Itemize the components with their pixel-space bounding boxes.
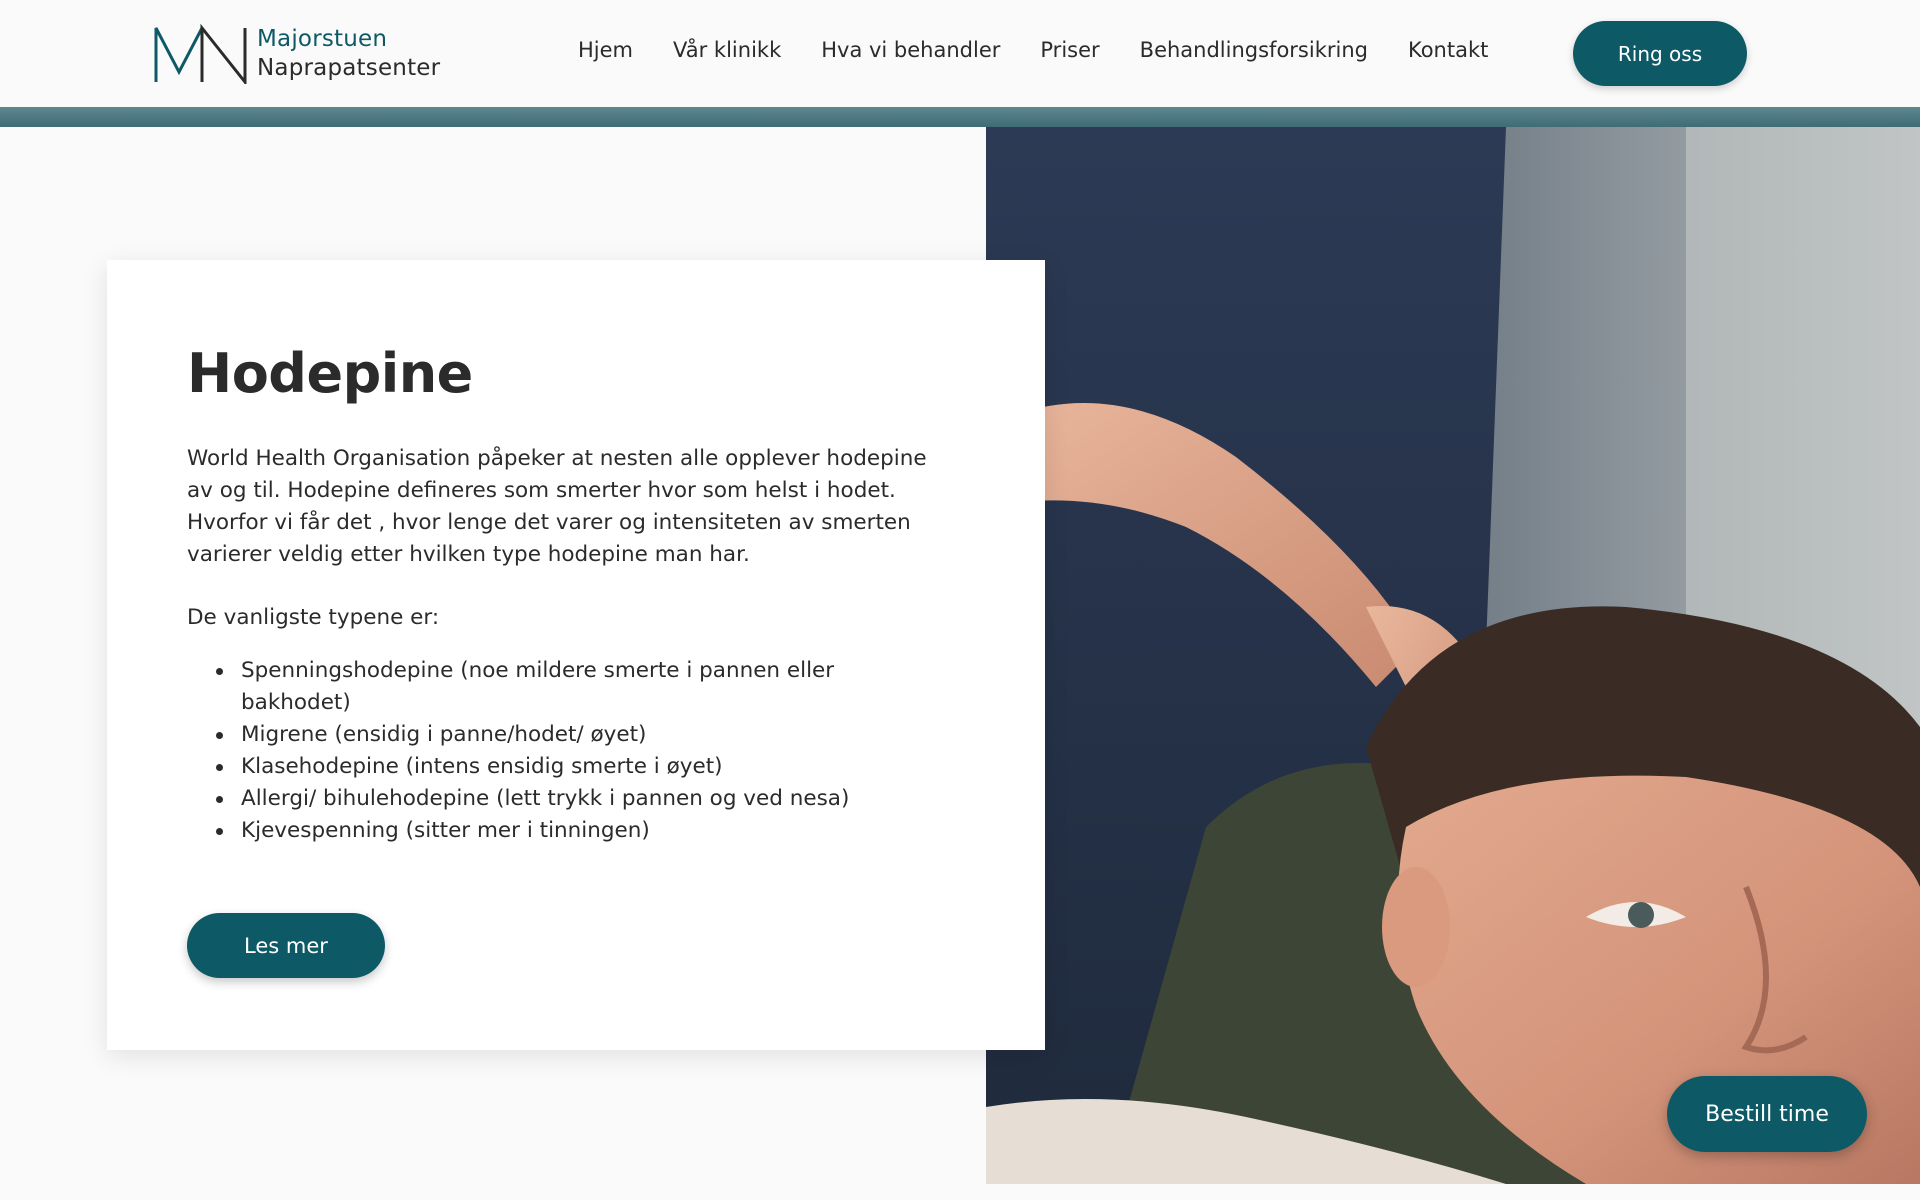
call-us-button[interactable]: Ring oss [1573, 21, 1747, 86]
list-item: Allergi/ bihulehodepine (lett trykk i pa… [187, 783, 907, 815]
main-nav: Hjem Vår klinikk Hva vi behandler Priser… [578, 38, 1488, 62]
logo-line-1: Majorstuen [257, 26, 388, 52]
list-item: Spenningshodepine (noe mildere smerte i … [187, 655, 907, 719]
site-logo[interactable]: Majorstuen Naprapatsenter [153, 24, 440, 84]
mn-monogram-icon [154, 24, 247, 84]
list-item: Klasehodepine (intens ensidig smerte i ø… [187, 751, 907, 783]
nav-item-contact[interactable]: Kontakt [1408, 38, 1488, 62]
page-title: Hodepine [187, 342, 473, 405]
book-appointment-button[interactable]: Bestill time [1667, 1076, 1867, 1152]
nav-item-prices[interactable]: Priser [1040, 38, 1099, 62]
neck-treatment-photo [986, 127, 1920, 1184]
site-header: Majorstuen Naprapatsenter Hjem Vår klini… [0, 0, 1920, 107]
nav-item-insurance[interactable]: Behandlingsforsikring [1140, 38, 1368, 62]
header-accent-bar [0, 107, 1920, 127]
types-heading: De vanligste typene er: [187, 605, 440, 630]
read-more-button[interactable]: Les mer [187, 913, 385, 978]
list-item: Migrene (ensidig i panne/hodet/ øyet) [187, 719, 907, 751]
headache-types-list: Spenningshodepine (noe mildere smerte i … [187, 655, 907, 847]
list-item: Kjevespenning (sitter mer i tinningen) [187, 815, 907, 847]
logo-text: Majorstuen Naprapatsenter [257, 25, 440, 83]
nav-item-clinic[interactable]: Vår klinikk [673, 38, 781, 62]
intro-paragraph: World Health Organisation påpeker at nes… [187, 446, 927, 567]
nav-item-treatments[interactable]: Hva vi behandler [821, 38, 1000, 62]
headache-info-card: Hodepine World Health Organisation påpek… [107, 260, 1045, 1050]
hero-image [986, 127, 1920, 1184]
nav-item-home[interactable]: Hjem [578, 38, 633, 62]
logo-line-2: Naprapatsenter [257, 55, 441, 81]
